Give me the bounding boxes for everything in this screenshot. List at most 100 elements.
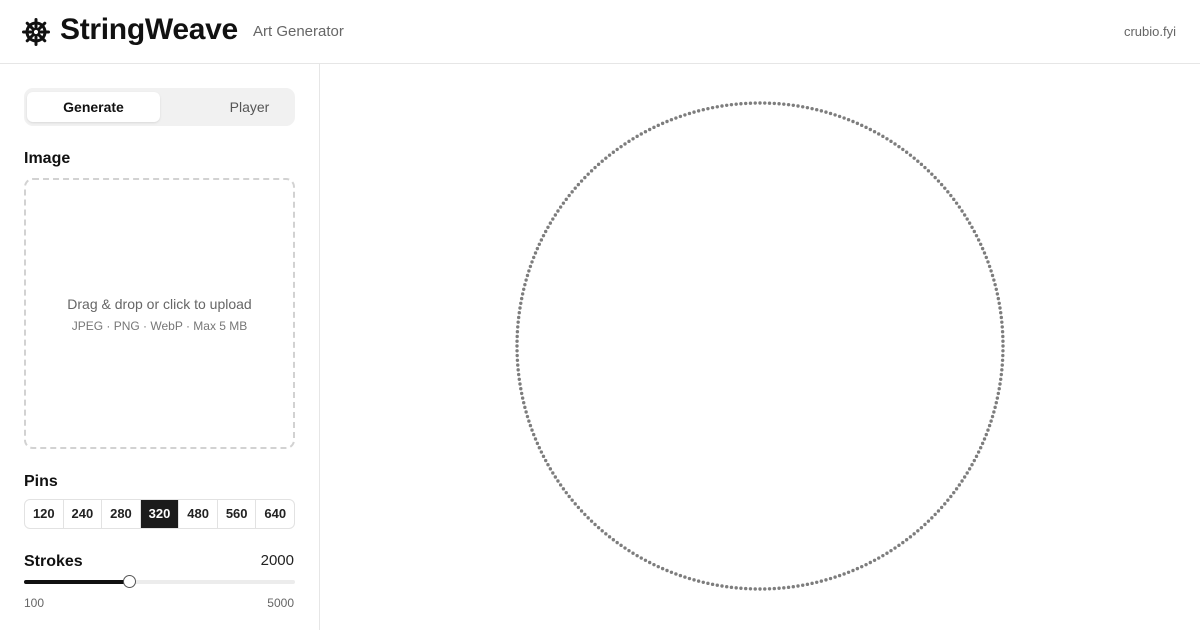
pin: [897, 144, 901, 149]
pin: [619, 144, 623, 149]
pin: [855, 566, 860, 571]
app-title: StringWeave: [60, 13, 238, 46]
pin: [631, 137, 635, 141]
pin: [763, 101, 767, 105]
pin: [639, 132, 643, 136]
pins-option-640[interactable]: 640: [256, 500, 294, 528]
pin: [715, 583, 719, 587]
pin: [517, 377, 521, 381]
pin: [669, 118, 674, 122]
pin: [877, 132, 881, 136]
pin: [720, 584, 724, 588]
pin: [801, 105, 805, 109]
pin: [926, 519, 931, 523]
pin: [687, 576, 692, 581]
pin: [926, 169, 931, 173]
slider-thumb[interactable]: [123, 575, 136, 588]
pin: [989, 419, 993, 423]
strokes-value: 2000: [260, 552, 294, 569]
pin: [1001, 334, 1005, 339]
pin: [970, 225, 974, 229]
pins-option-560[interactable]: 560: [218, 500, 257, 528]
pin: [533, 251, 538, 255]
pin: [743, 586, 748, 591]
pin: [772, 101, 777, 106]
pins-option-480[interactable]: 480: [179, 500, 218, 528]
pin: [517, 311, 521, 315]
pin: [974, 233, 979, 238]
pin: [828, 576, 833, 581]
pin: [523, 282, 527, 287]
pin: [734, 586, 738, 590]
pin: [851, 568, 855, 573]
pin: [525, 273, 530, 278]
pin: [864, 125, 868, 130]
tab-player[interactable]: Player: [183, 92, 316, 122]
pin: [992, 278, 996, 282]
site-link[interactable]: crubio.fyi: [1124, 24, 1176, 39]
image-upload-dropzone[interactable]: Drag & drop or click to upload JPEG · PN…: [24, 178, 295, 449]
pin: [753, 101, 757, 105]
pin: [643, 129, 648, 134]
pin: [967, 467, 972, 471]
pin: [998, 382, 1002, 386]
pin: [893, 546, 897, 550]
pin: [855, 121, 860, 126]
pin: [567, 494, 571, 499]
pin: [604, 156, 608, 160]
pin: [978, 446, 983, 450]
pin: [987, 423, 992, 428]
app-subtitle: Art Generator: [253, 23, 344, 40]
pin: [972, 229, 977, 234]
pin: [916, 159, 920, 163]
pins-option-240[interactable]: 240: [64, 500, 103, 528]
pin: [558, 483, 563, 487]
pin: [564, 490, 568, 495]
pins-option-120[interactable]: 120: [25, 500, 64, 528]
pins-option-280[interactable]: 280: [102, 500, 141, 528]
pin: [548, 221, 553, 225]
pin: [539, 238, 544, 242]
pin: [583, 175, 587, 180]
pin: [782, 586, 786, 590]
pin: [993, 282, 997, 287]
pin: [696, 109, 701, 113]
strokes-slider[interactable]: [24, 575, 295, 589]
pin: [604, 532, 608, 536]
pin: [635, 134, 639, 139]
tab-generate[interactable]: Generate: [27, 92, 160, 122]
pin: [729, 102, 734, 107]
string-art-canvas: [320, 64, 1200, 630]
pin: [1000, 320, 1004, 324]
pin: [516, 363, 520, 367]
pin: [516, 320, 520, 324]
pin: [990, 414, 995, 419]
pin: [639, 556, 643, 560]
pin: [535, 246, 540, 251]
pin: [791, 585, 795, 589]
pin: [904, 538, 909, 542]
pin: [996, 296, 1001, 301]
pin: [772, 586, 777, 591]
pin: [810, 106, 814, 111]
pins-option-320[interactable]: 320: [140, 500, 180, 528]
pin: [767, 587, 772, 591]
pin: [777, 586, 781, 590]
pin: [952, 197, 956, 202]
pin: [1001, 339, 1005, 343]
pin: [567, 193, 571, 198]
pin: [524, 278, 528, 282]
pin: [933, 175, 937, 180]
pin: [982, 251, 987, 255]
pin: [965, 471, 969, 475]
pin: [939, 505, 944, 510]
pin: [819, 109, 824, 113]
pin: [515, 329, 520, 334]
pin: [627, 139, 631, 144]
pin: [558, 205, 563, 209]
pin: [692, 110, 696, 114]
slider-fill: [24, 580, 129, 584]
pin: [960, 479, 964, 483]
pin: [516, 325, 520, 329]
pin: [543, 229, 548, 234]
